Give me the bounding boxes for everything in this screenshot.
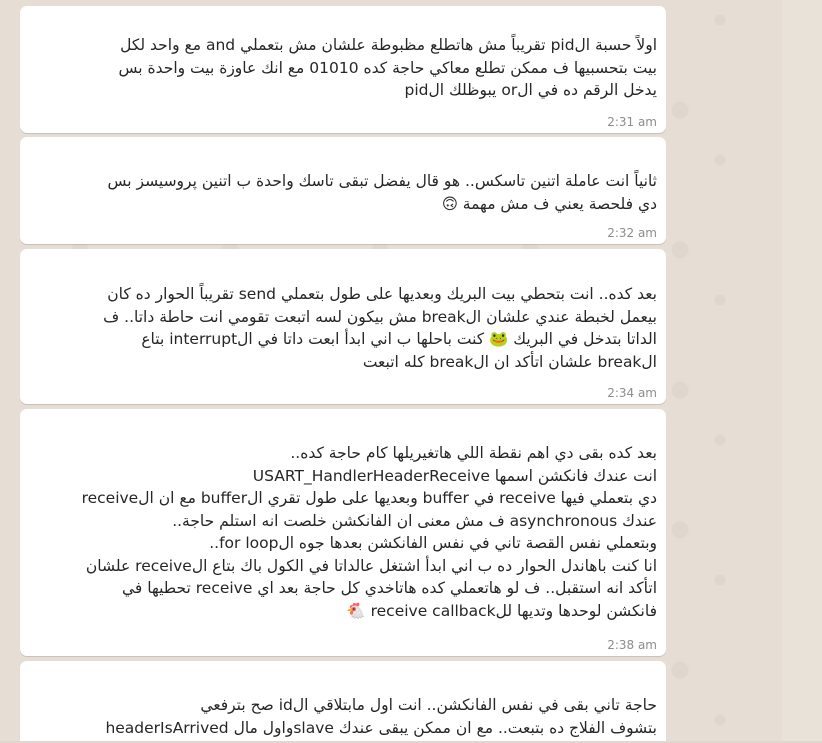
message-time: 2:38 am [607,638,657,652]
message-bubble[interactable]: حاجة تاني بقى في نفس الفانكشن.. انت اول … [20,661,666,743]
message-text: بعد كده بقى دي اهم نقطة اللي هاتغيريلها … [81,444,657,620]
message-text: بعد كده.. انت بتحطي بيت البريك وبعديها ع… [103,285,657,371]
message-bubble[interactable]: اولاً حسبة الpid تقريباً مش هاتطلع مظبوط… [20,6,666,133]
message-bubble[interactable]: بعد كده.. انت بتحطي بيت البريك وبعديها ع… [20,249,666,404]
message-bubble[interactable]: بعد كده بقى دي اهم نقطة اللي هاتغيريلها … [20,409,666,656]
message-text: ثانياً انت عاملة اتنين تاسكس.. هو قال يف… [107,172,657,213]
message-time: 2:34 am [607,386,657,400]
chat-background-strip [782,0,822,743]
chat-area: ✔ اولاً حسبة الpid تقريباً مش هاتطلع مظب… [0,0,822,743]
message-time: 2:32 am [607,226,657,240]
message-bubble[interactable]: ثانياً انت عاملة اتنين تاسكس.. هو قال يف… [20,137,666,244]
message-text: حاجة تاني بقى في نفس الفانكشن.. انت اول … [105,696,657,737]
message-time: 2:31 am [607,115,657,129]
message-text: اولاً حسبة الpid تقريباً مش هاتطلع مظبوط… [118,36,658,99]
